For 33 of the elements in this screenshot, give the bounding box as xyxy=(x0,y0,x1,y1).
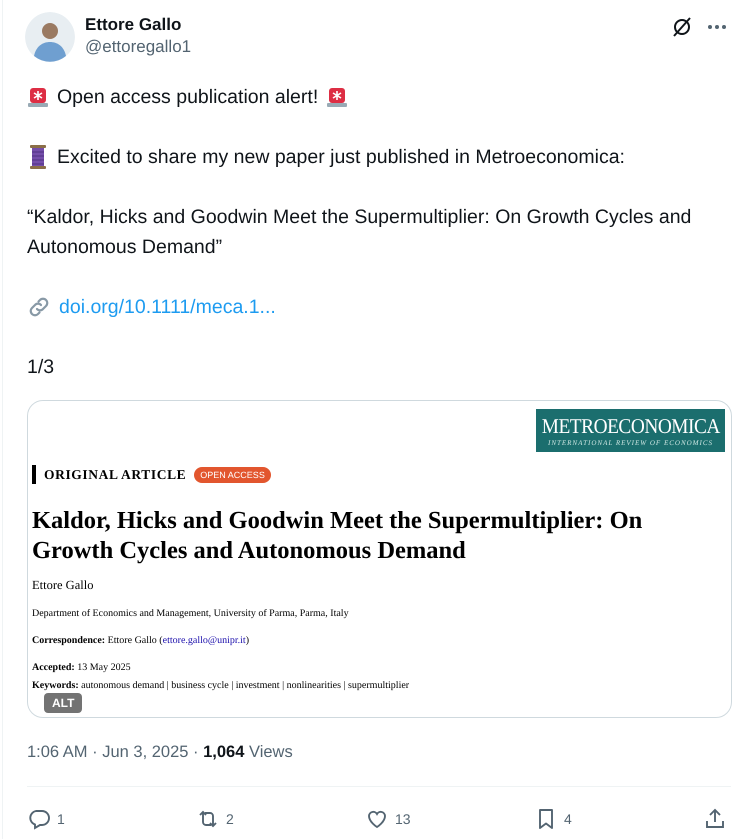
keywords-text: Keywords: autonomous demand | business cycle | investment | nonlinearities | supermultiplier xyxy=(32,679,410,692)
correspondence-text: Correspondence: Ettore Gallo (ettore.gallo@unipr.it) xyxy=(32,634,250,647)
timestamp-views: 1:06 AM · Jun 3, 2025 · 1,064 Views xyxy=(27,742,731,787)
author-name[interactable]: Ettore Gallo xyxy=(85,15,661,35)
tweet-text: Excited to share my new paper just published in Metroeconomica: xyxy=(57,145,625,170)
email-link[interactable]: ettore.gallo@unipr.it xyxy=(162,635,246,646)
repost-button[interactable]: 2 xyxy=(196,807,316,831)
article-image-card[interactable] xyxy=(27,400,732,718)
reply-button[interactable]: 1 xyxy=(27,807,147,831)
alt-text-badge[interactable]: ALT xyxy=(44,693,82,713)
tweet-text: “Kaldor, Hicks and Goodwin Meet the Supermultiplier: On Growth Cycles and Autonomous Demand” xyxy=(27,205,692,260)
link-icon xyxy=(27,295,51,319)
tweet-text: 1/3 xyxy=(27,355,54,380)
share-icon xyxy=(703,807,727,831)
tweet-text: Open access publication alert! xyxy=(57,85,318,110)
article-title: Kaldor, Hicks and Goodwin Meet the Supermultiplier: On Growth Cycles and Autonomous Demand xyxy=(32,506,644,566)
bookmark-button[interactable]: 4 xyxy=(534,807,654,831)
accepted-date-text: Accepted: 13 May 2025 xyxy=(32,661,132,674)
thread-spool-icon xyxy=(27,144,49,170)
share-button[interactable] xyxy=(703,807,727,831)
author-handle[interactable]: @ettoregallo1 xyxy=(85,35,661,59)
logo-title: METROECONOMICA xyxy=(541,414,720,436)
siren-icon xyxy=(326,85,348,109)
like-button[interactable]: 13 xyxy=(365,807,485,831)
more-icon[interactable] xyxy=(707,24,727,30)
section-label: ORIGINAL ARTICLE xyxy=(44,466,186,482)
speech-bubble-icon xyxy=(27,807,51,831)
affiliation-text: Department of Economics and Management, University of Parma, Parma, Italy xyxy=(32,607,350,620)
open-access-badge: OPEN ACCESS xyxy=(194,466,271,482)
siren-icon xyxy=(27,85,49,109)
avatar[interactable] xyxy=(25,12,75,62)
slashed-circle-icon[interactable] xyxy=(671,16,693,38)
article-author: Ettore Gallo xyxy=(32,578,94,593)
